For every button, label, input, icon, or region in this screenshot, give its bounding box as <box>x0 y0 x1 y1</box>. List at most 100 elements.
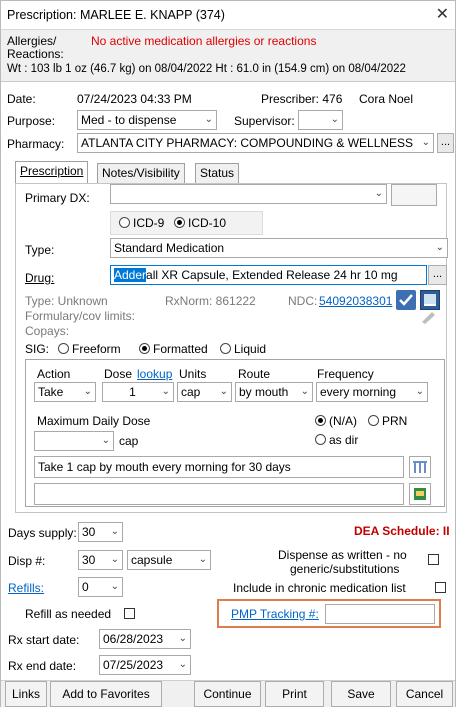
allergies-label: Allergies/ <box>7 34 57 48</box>
notes-book-icon[interactable] <box>409 483 431 505</box>
supervisor-label: Supervisor: <box>234 114 295 128</box>
add-to-favorites-button[interactable]: Add to Favorites <box>50 681 162 707</box>
frequency-header: Frequency <box>317 367 374 381</box>
links-button[interactable]: Links <box>5 681 47 707</box>
rx-start-date-picker[interactable]: 06/28/2023 ⌄ <box>99 629 191 649</box>
purpose-label: Purpose: <box>7 114 56 128</box>
chevron-down-icon: ⌄ <box>435 242 444 253</box>
cancel-button[interactable]: Cancel <box>396 681 453 707</box>
sig-grid-icon[interactable] <box>409 456 431 478</box>
chevron-down-icon: ⌄ <box>178 633 187 644</box>
frequency-select[interactable]: every morning ⌄ <box>316 382 428 402</box>
sig-label: SIG: <box>25 342 50 356</box>
as-dir-label: as dir <box>329 433 359 447</box>
chevron-down-icon: ⌄ <box>110 526 119 537</box>
pmp-tracking-link[interactable]: PMP Tracking #: <box>231 607 319 621</box>
drug-input[interactable]: Adderall XR Capsule, Extended Release 24… <box>110 265 427 285</box>
daw-label-2: generic/substitutions <box>290 562 400 576</box>
prescriber-name: Cora Noel <box>359 92 414 106</box>
icd9-label: ICD-9 <box>133 216 165 230</box>
tab-notes-visibility[interactable]: Notes/Visibility <box>97 163 185 183</box>
ndc-label: NDC: <box>288 294 318 308</box>
icd9-radio[interactable]: ICD-9 <box>119 216 164 230</box>
vitals-text: Wt : 103 lb 1 oz (46.7 kg) on 08/04/2022… <box>7 63 406 75</box>
allergies-value: No active medication allergies or reacti… <box>91 34 317 48</box>
title-bar: Prescription: MARLEE E. KNAPP (374) ✕ <box>1 1 455 29</box>
supervisor-select[interactable]: ⌄ <box>298 110 343 130</box>
route-header: Route <box>238 367 271 381</box>
date-value[interactable]: 07/24/2023 04:33 PM <box>77 92 192 106</box>
chevron-down-icon: ⌄ <box>101 435 110 446</box>
icd10-radio[interactable]: ICD-10 <box>174 216 226 230</box>
refill-needed-checkbox[interactable] <box>124 608 135 619</box>
purpose-value: Med - to dispense <box>81 113 177 127</box>
disp-label: Disp #: <box>8 554 46 568</box>
pmp-tracking-input[interactable] <box>325 604 435 624</box>
pmp-tracking-group: PMP Tracking #: <box>217 599 441 628</box>
tab-status[interactable]: Status <box>195 163 240 183</box>
daw-checkbox[interactable] <box>428 554 439 565</box>
sig-freeform-radio[interactable]: Freeform <box>58 342 121 356</box>
chevron-down-icon: ⌄ <box>198 554 207 565</box>
purpose-select[interactable]: Med - to dispense ⌄ <box>77 110 217 130</box>
continue-button[interactable]: Continue <box>194 681 261 707</box>
drug-input-selection: Adder <box>114 268 147 282</box>
units-select[interactable]: cap ⌄ <box>177 382 232 402</box>
pharmacy-more-button[interactable]: ... <box>437 133 454 153</box>
reactions-label: Reactions: <box>7 47 64 61</box>
disp-unit-value: capsule <box>131 553 173 567</box>
type-label: Type: <box>25 243 55 257</box>
chronic-checkbox[interactable] <box>435 582 446 593</box>
verify-shield-icon[interactable] <box>396 290 416 310</box>
dose-select[interactable]: 1 ⌄ <box>102 382 174 402</box>
chevron-down-icon: ⌄ <box>219 386 228 397</box>
max-daily-select[interactable]: ⌄ <box>34 431 114 451</box>
date-label: Date: <box>7 92 36 106</box>
refills-link[interactable]: Refills: <box>8 581 44 595</box>
days-supply-label: Days supply: <box>8 526 77 540</box>
route-select[interactable]: by mouth ⌄ <box>235 382 313 402</box>
pharmacy-label: Pharmacy: <box>7 137 65 151</box>
refills-select[interactable]: 0 ⌄ <box>78 577 123 597</box>
drug-more-button[interactable]: ... <box>428 265 447 285</box>
dose-value: 1 <box>129 385 136 399</box>
close-icon[interactable]: ✕ <box>436 4 449 24</box>
action-select[interactable]: Take ⌄ <box>34 382 96 402</box>
max-daily-label: Maximum Daily Dose <box>37 414 151 428</box>
dose-lookup-link[interactable]: lookup <box>137 367 172 381</box>
chevron-down-icon: ⌄ <box>178 659 187 670</box>
prn-label: PRN <box>382 414 408 428</box>
rx-end-date-picker[interactable]: 07/25/2023 ⌄ <box>99 655 191 675</box>
type-select[interactable]: Standard Medication ⌄ <box>110 238 448 258</box>
chevron-down-icon: ⌄ <box>204 114 213 125</box>
as-dir-radio[interactable]: as dir <box>315 433 358 447</box>
save-button[interactable]: Save <box>331 681 391 707</box>
sig-liquid-radio[interactable]: Liquid <box>220 342 266 356</box>
print-button[interactable]: Print <box>265 681 324 707</box>
chevron-down-icon: ⌄ <box>110 554 119 565</box>
tab-prescription[interactable]: Prescription <box>15 161 89 183</box>
ndc-link[interactable]: 54092038301 <box>319 294 392 308</box>
days-supply-select[interactable]: 30 ⌄ <box>78 522 123 542</box>
sig-extra-field[interactable] <box>34 483 404 505</box>
route-value: by mouth <box>239 385 289 399</box>
primary-dx-code-box[interactable] <box>391 184 437 206</box>
tab-status-label: Status <box>200 166 235 180</box>
sig-formatted-radio[interactable]: Formatted <box>139 342 208 356</box>
tab-strip: Prescription Notes/Visibility Status <box>15 161 445 185</box>
na-radio[interactable]: (N/A) <box>315 414 357 428</box>
prn-radio[interactable]: PRN <box>368 414 407 428</box>
sig-text-field[interactable]: Take 1 cap by mouth every morning for 30… <box>34 456 404 478</box>
rx-start-label: Rx start date: <box>8 633 80 647</box>
units-header: Units <box>179 367 207 381</box>
pharmacy-select[interactable]: ATLANTA CITY PHARMACY: COMPOUNDING & WEL… <box>77 133 434 153</box>
chevron-down-icon: ⌄ <box>83 386 92 397</box>
units-value: cap <box>181 385 201 399</box>
disp-unit-select[interactable]: capsule ⌄ <box>127 550 211 570</box>
chevron-down-icon: ⌄ <box>374 188 383 199</box>
disp-qty-select[interactable]: 30 ⌄ <box>78 550 123 570</box>
drug-book-icon[interactable] <box>420 290 440 310</box>
daw-label-1: Dispense as written - no <box>278 548 407 562</box>
rx-end-label: Rx end date: <box>8 659 77 673</box>
primary-dx-select[interactable]: ⌄ <box>110 184 387 204</box>
